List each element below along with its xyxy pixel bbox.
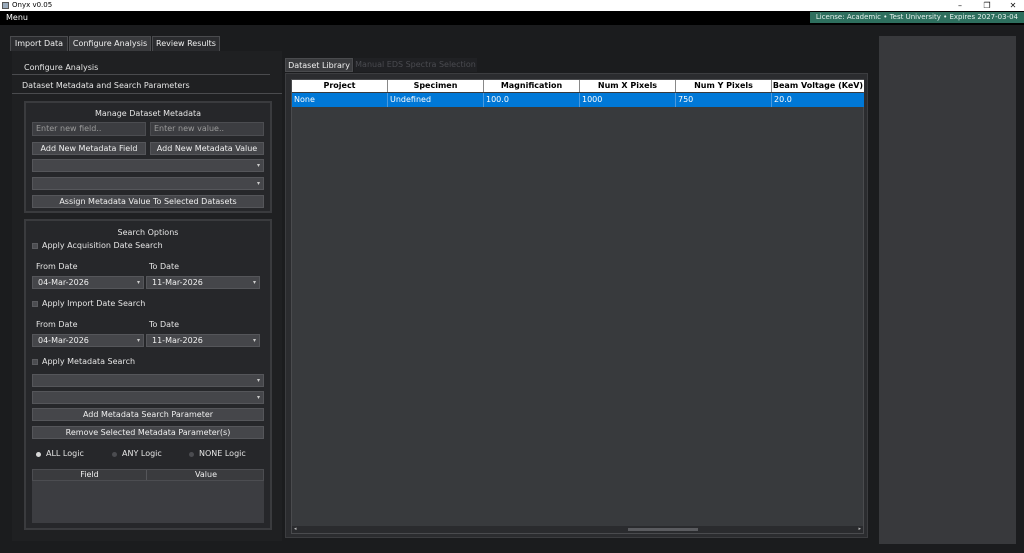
horizontal-scrollbar[interactable]: ◂ ▸ — [292, 526, 863, 533]
field-column-header: Field — [33, 470, 147, 480]
col-project[interactable]: Project — [292, 80, 388, 92]
subtab-dataset-metadata[interactable]: Dataset Metadata and Search Parameters — [22, 81, 190, 90]
chevron-down-icon: ▾ — [252, 279, 256, 286]
metadata-search-checkbox[interactable] — [32, 359, 38, 365]
table-cell[interactable]: 100.0 — [484, 93, 580, 107]
all-logic-radio[interactable] — [36, 452, 41, 457]
any-logic-label: ANY Logic — [122, 449, 162, 458]
assign-metadata-button[interactable]: Assign Metadata Value To Selected Datase… — [32, 195, 264, 208]
metadata-value-select[interactable]: ▾ — [32, 177, 264, 190]
scrollbar-thumb[interactable] — [628, 528, 698, 531]
tab-manual-eds[interactable]: Manual EDS Spectra Selection — [354, 58, 477, 72]
acq-date-label: Apply Acquisition Date Search — [42, 241, 163, 250]
tab-configure-analysis[interactable]: Configure Analysis — [69, 36, 151, 51]
chevron-down-icon: ▾ — [256, 162, 260, 169]
acq-to-label: To Date — [149, 262, 180, 271]
chevron-down-icon: ▾ — [256, 377, 260, 384]
search-params-table[interactable] — [32, 481, 264, 523]
subtab-configure-analysis[interactable]: Configure Analysis — [24, 63, 98, 72]
new-field-input[interactable]: Enter new field.. — [32, 122, 146, 136]
tab-dataset-library[interactable]: Dataset Library — [285, 58, 353, 72]
acq-to-date[interactable]: 11-Mar-2026 ▾ — [146, 276, 260, 289]
col-magnification[interactable]: Magnification — [484, 80, 580, 92]
add-metadata-value-button[interactable]: Add New Metadata Value — [150, 142, 264, 155]
table-cell[interactable]: Undefined — [388, 93, 484, 107]
metadata-search-label: Apply Metadata Search — [42, 357, 136, 366]
acq-date-checkbox[interactable] — [32, 243, 38, 249]
dataset-library-panel: Project Specimen Magnification Num X Pix… — [285, 73, 868, 538]
col-num-x-pixels[interactable]: Num X Pixels — [580, 80, 676, 92]
add-search-param-button[interactable]: Add Metadata Search Parameter — [32, 408, 264, 421]
chevron-down-icon: ▾ — [252, 337, 256, 344]
import-date-label: Apply Import Date Search — [42, 299, 146, 308]
minimize-button[interactable]: – — [945, 0, 975, 11]
tab-review-results[interactable]: Review Results — [152, 36, 220, 51]
import-from-label: From Date — [36, 320, 78, 329]
any-logic-radio[interactable] — [112, 452, 117, 457]
import-date-checkbox[interactable] — [32, 301, 38, 307]
col-num-y-pixels[interactable]: Num Y Pixels — [676, 80, 772, 92]
dataset-table[interactable]: Project Specimen Magnification Num X Pix… — [291, 79, 864, 534]
app-icon — [2, 2, 9, 9]
title-bar: Onyx v0.05 – ❐ ✕ — [0, 0, 1024, 11]
search-options-title: Search Options — [117, 228, 179, 237]
col-specimen[interactable]: Specimen — [388, 80, 484, 92]
remove-search-param-button[interactable]: Remove Selected Metadata Parameter(s) — [32, 426, 264, 439]
chevron-down-icon: ▾ — [256, 394, 260, 401]
chevron-down-icon: ▾ — [256, 180, 260, 187]
scroll-left-icon[interactable]: ◂ — [294, 526, 297, 533]
search-value-select[interactable]: ▾ — [32, 391, 264, 404]
menu-button[interactable]: Menu — [6, 13, 28, 22]
acq-from-date[interactable]: 04-Mar-2026 ▾ — [32, 276, 144, 289]
import-to-date[interactable]: 11-Mar-2026 ▾ — [146, 334, 260, 347]
metadata-box: Manage Dataset Metadata Enter new field.… — [24, 101, 272, 213]
left-panel: Configure Analysis Dataset Metadata and … — [12, 51, 282, 541]
window-title: Onyx v0.05 — [12, 1, 53, 9]
subtab-divider-2 — [12, 93, 282, 94]
col-beam-voltage[interactable]: Beam Voltage (KeV) — [772, 80, 864, 92]
metadata-field-select[interactable]: ▾ — [32, 159, 264, 172]
search-options-box: Search Options Apply Acquisition Date Se… — [24, 219, 272, 530]
chevron-down-icon: ▾ — [136, 279, 140, 286]
metadata-title: Manage Dataset Metadata — [94, 109, 202, 118]
all-logic-label: ALL Logic — [46, 449, 84, 458]
import-from-date[interactable]: 04-Mar-2026 ▾ — [32, 334, 144, 347]
search-params-header: Field Value — [32, 469, 264, 481]
preview-panel — [879, 36, 1016, 544]
add-metadata-field-button[interactable]: Add New Metadata Field — [32, 142, 146, 155]
scroll-right-icon[interactable]: ▸ — [858, 526, 861, 533]
table-cell[interactable]: 20.0 — [772, 93, 864, 107]
import-to-label: To Date — [149, 320, 180, 329]
subtab-divider — [12, 74, 270, 75]
new-value-input[interactable]: Enter new value.. — [150, 122, 264, 136]
tab-import-data[interactable]: Import Data — [10, 36, 68, 51]
acq-from-label: From Date — [36, 262, 78, 271]
license-badge: License: Academic • Test University • Ex… — [809, 12, 1024, 23]
none-logic-label: NONE Logic — [199, 449, 246, 458]
none-logic-radio[interactable] — [189, 452, 194, 457]
close-button[interactable]: ✕ — [998, 0, 1024, 11]
table-cell[interactable]: 750 — [676, 93, 772, 107]
search-field-select[interactable]: ▾ — [32, 374, 264, 387]
value-column-header: Value — [195, 470, 217, 479]
chevron-down-icon: ▾ — [136, 337, 140, 344]
table-cell[interactable]: 1000 — [580, 93, 676, 107]
table-cell[interactable]: None — [292, 93, 388, 107]
